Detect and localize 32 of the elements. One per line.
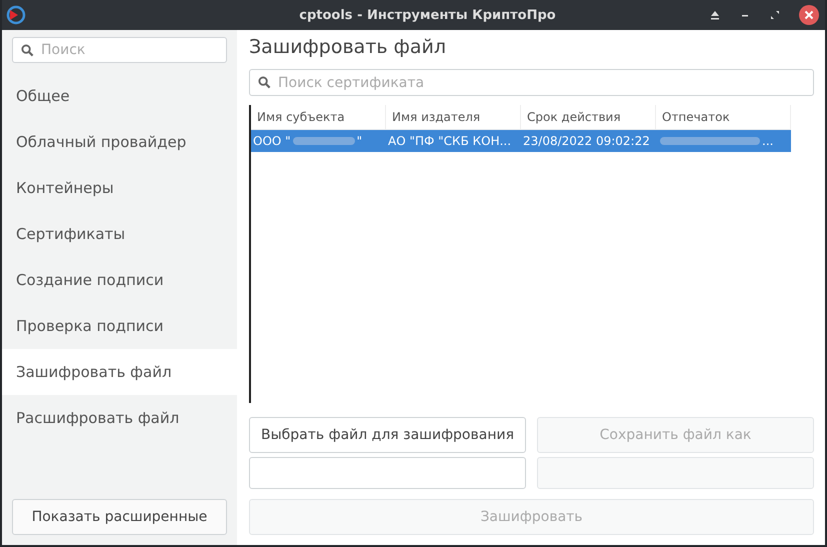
sidebar-item[interactable]: Проверка подписи: [2, 303, 237, 349]
table-cell: ...: [762, 134, 774, 148]
search-icon: [258, 76, 271, 89]
column-header[interactable]: Имя субъекта: [251, 105, 386, 129]
search-field[interactable]: Поиск: [12, 37, 227, 63]
table-cell: ООО ": [253, 134, 291, 148]
certificate-search-field[interactable]: Поиск сертификата: [249, 69, 814, 96]
sidebar-item[interactable]: Облачный провайдер: [2, 119, 237, 165]
page-title: Зашифровать файл: [249, 36, 448, 60]
sidebar-item[interactable]: Сертификаты: [2, 211, 237, 257]
column-header[interactable]: Отпечаток: [656, 105, 791, 129]
eject-icon[interactable]: [709, 9, 721, 21]
table-row[interactable]: ООО " " АО "ПФ "СКБ КОН... 23/08/2022 09:02:22 ...: [251, 130, 791, 152]
search-icon: [21, 44, 34, 57]
table-cell: ": [356, 134, 362, 148]
app-logo-icon: [6, 5, 26, 25]
show-advanced-button[interactable]: Показать расширенные: [12, 499, 227, 535]
blurred-text: [292, 137, 355, 145]
sidebar-item[interactable]: Зашифровать файл: [2, 349, 237, 395]
sidebar-item[interactable]: Общее: [2, 73, 237, 119]
window-title: cptools - Инструменты КриптоПро: [298, 8, 557, 22]
choose-file-button[interactable]: Выбрать файл для зашифрования: [249, 417, 526, 453]
sidebar-item[interactable]: Создание подписи: [2, 257, 237, 303]
sidebar-item[interactable]: Расшифровать файл: [2, 395, 237, 441]
maximize-icon[interactable]: [769, 9, 781, 21]
input-file-field[interactable]: [249, 457, 526, 489]
close-icon[interactable]: [799, 5, 819, 25]
table-cell: 23/08/2022 09:02:22: [523, 134, 650, 148]
column-header[interactable]: Имя издателя: [386, 105, 521, 129]
sidebar-item[interactable]: Контейнеры: [2, 165, 237, 211]
column-header[interactable]: Срок действия: [521, 105, 656, 129]
table-cell: АО "ПФ "СКБ КОН...: [388, 134, 512, 148]
